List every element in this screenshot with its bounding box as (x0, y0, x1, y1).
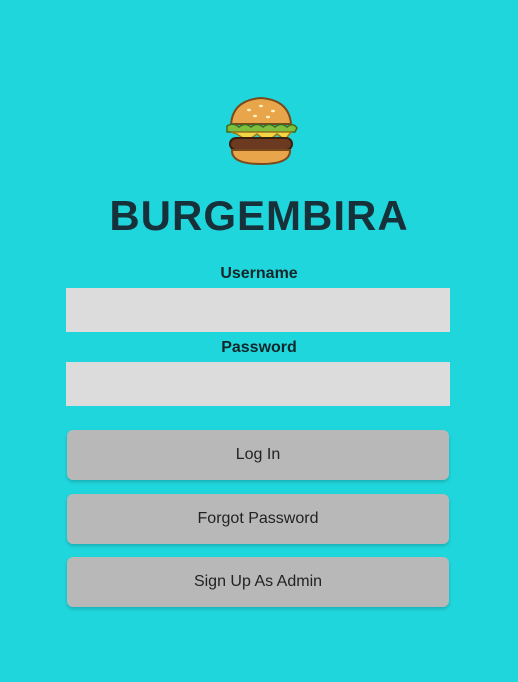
app-title: BURGEMBIRA (109, 192, 409, 239)
burger-icon (226, 96, 298, 166)
login-button[interactable]: Log In (67, 430, 449, 480)
forgot-password-button[interactable]: Forgot Password (67, 494, 449, 544)
password-input[interactable] (66, 362, 450, 406)
login-screen: BURGEMBIRA Username Password Log In Forg… (0, 0, 518, 682)
username-input[interactable] (66, 288, 450, 332)
signup-admin-button[interactable]: Sign Up As Admin (67, 557, 449, 607)
password-label: Password (221, 339, 297, 356)
username-label: Username (220, 265, 298, 282)
